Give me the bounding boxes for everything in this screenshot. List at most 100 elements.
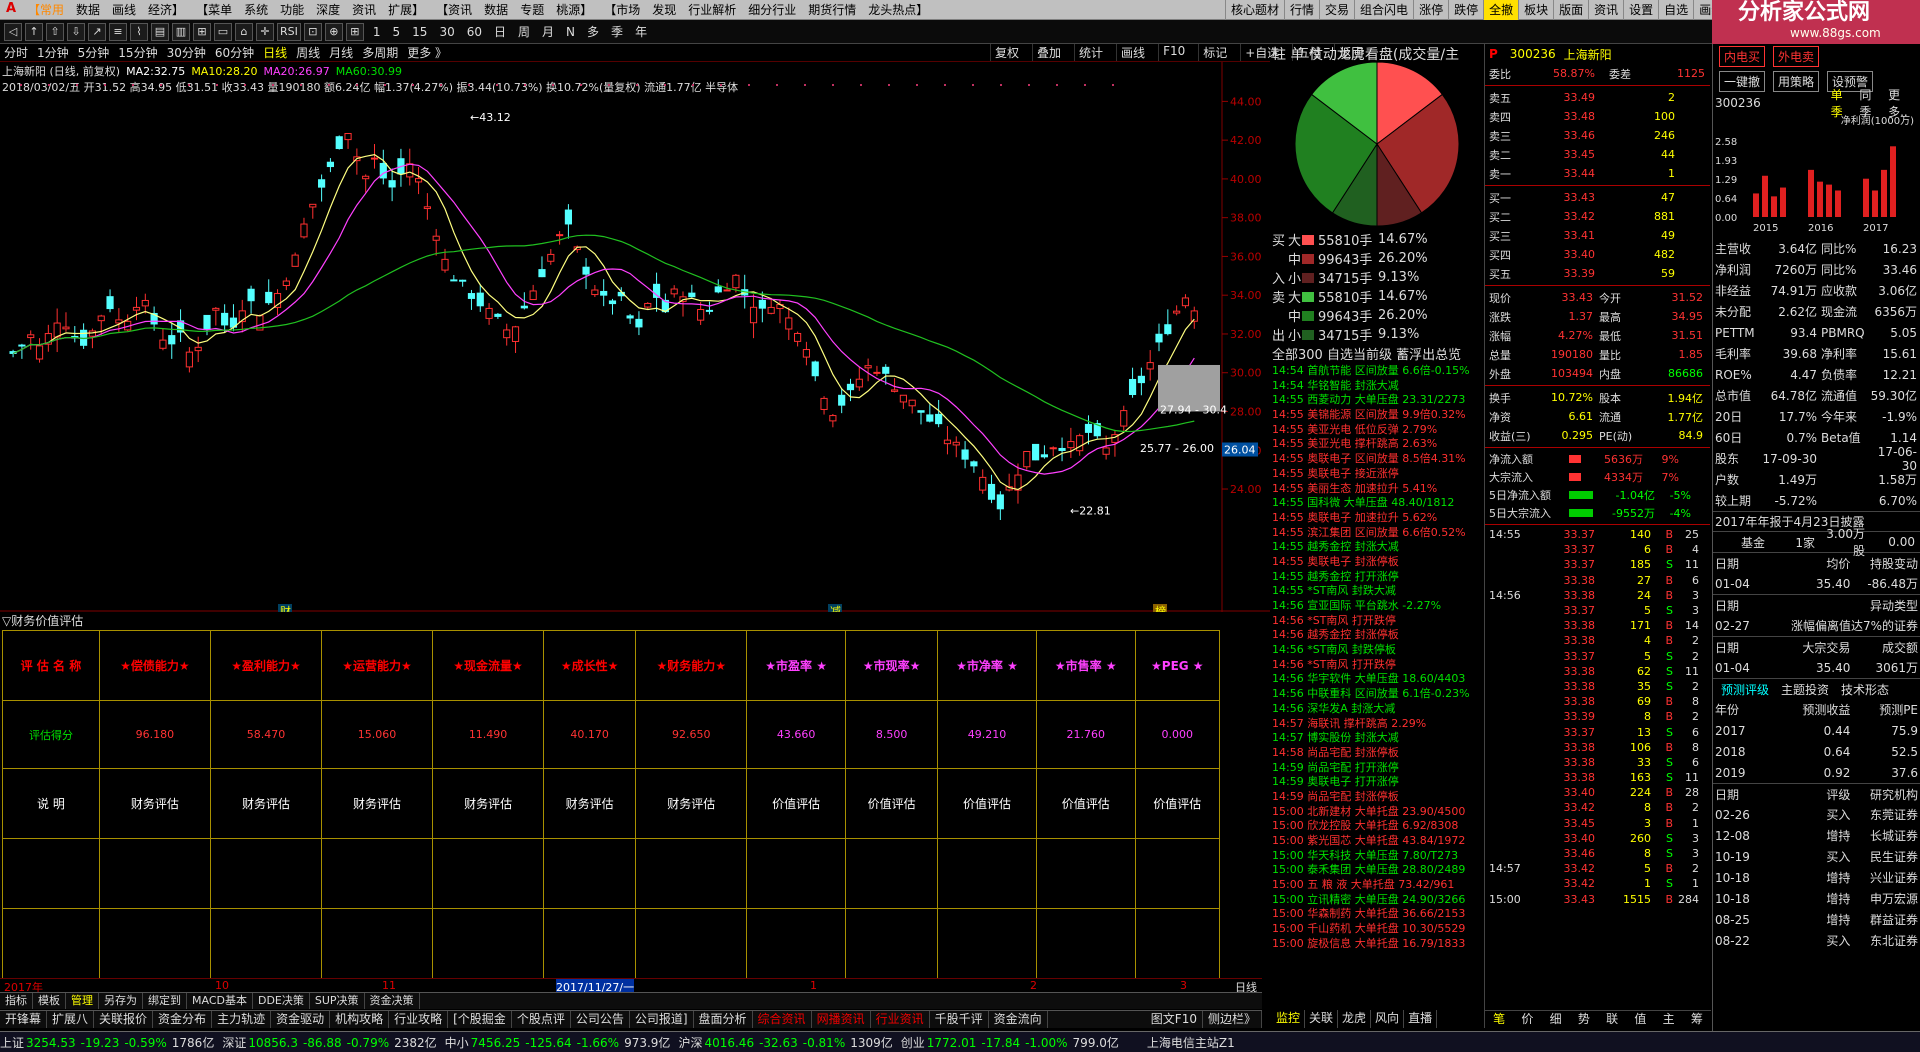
forecast-tab[interactable]: 预测评级 — [1721, 681, 1769, 698]
info-tab[interactable]: 扩展八 — [47, 1011, 95, 1028]
monitor-tab[interactable]: 龙虎 — [1338, 1010, 1372, 1028]
news-item[interactable]: 14:55 *ST南风 封跌大减 — [1272, 582, 1484, 597]
quote-tab[interactable]: 笔 — [1485, 1011, 1513, 1028]
quote-tab[interactable]: 筹 — [1683, 1011, 1711, 1028]
info-tab[interactable]: 个股点评 — [512, 1011, 571, 1028]
chart-tool-button[interactable]: 叠加 — [1032, 44, 1065, 61]
right-menu-item[interactable]: 涨停 — [1413, 0, 1448, 20]
news-item[interactable]: 14:56 *ST南风 封跌停板 — [1272, 641, 1484, 656]
news-item[interactable]: 14:55 国科微 大单压盘 48.40/1812 — [1272, 494, 1484, 509]
news-item[interactable]: 14:55 越秀金控 封涨大减 — [1272, 538, 1484, 553]
info-tab[interactable]: 公司报道] — [630, 1011, 694, 1028]
news-item[interactable]: 14:57 海联讯 撑杆跳高 2.29% — [1272, 715, 1484, 730]
news-item[interactable]: 15:00 旋极信息 大单托盘 16.79/1833 — [1272, 935, 1484, 950]
news-filter-bar[interactable]: 全部300 自选当前级 蓄浮出总览 — [1272, 344, 1482, 363]
news-item[interactable]: 15:00 欣龙控股 大单托盘 6.92/8308 — [1272, 817, 1484, 832]
news-item[interactable]: 15:00 华天科技 大单压盘 7.80/T273 — [1272, 847, 1484, 862]
indicator-tab[interactable]: DDE决策 — [253, 993, 310, 1009]
toolbar-button[interactable]: ↗ — [88, 22, 106, 41]
quote-tab[interactable]: 势 — [1570, 1011, 1598, 1028]
info-tab[interactable]: 资金流向 — [989, 1011, 1048, 1028]
info-tab[interactable]: 网播资讯 — [812, 1011, 871, 1028]
menu-item[interactable]: 资讯 — [346, 0, 382, 20]
index-quote[interactable]: 创业 1772.01 -17.84 -1.00% 799.0亿 — [901, 1034, 1119, 1051]
right-menu-item[interactable]: 设置 — [1623, 0, 1658, 20]
indicator-tab[interactable]: 资金决策 — [365, 993, 420, 1009]
news-item[interactable]: 14:59 奥联电子 打开涨停 — [1272, 773, 1484, 788]
period-tab[interactable]: 1分钟 — [37, 44, 69, 61]
news-item[interactable]: 14:59 尚品宅配 封涨停板 — [1272, 788, 1484, 803]
f10-button[interactable]: 图文F10 — [1146, 1011, 1203, 1028]
menu-item[interactable]: 龙头热点】 — [862, 0, 934, 20]
toolbar-button[interactable]: ◁ — [4, 22, 22, 41]
quote-tab[interactable]: 价 — [1513, 1011, 1541, 1028]
period-tab[interactable]: 分时 — [4, 44, 28, 61]
news-item[interactable]: 14:55 滨江集团 区间放量 6.6倍0.52% — [1272, 524, 1484, 539]
toolbar-button[interactable]: ⌇ — [130, 22, 148, 41]
info-tab[interactable]: 综合资讯 — [753, 1011, 812, 1028]
monitor-tab[interactable]: 关联 — [1305, 1010, 1339, 1028]
news-item[interactable]: 14:56 *ST南风 打开跌停 — [1272, 656, 1484, 671]
news-item[interactable]: 14:55 西菱动力 大单压盘 23.31/2273 — [1272, 391, 1484, 406]
info-tab[interactable]: 资金驱动 — [271, 1011, 331, 1028]
news-item[interactable]: 14:55 美亚光电 低位反弹 2.79% — [1272, 421, 1484, 436]
period-button[interactable]: 周 — [518, 23, 530, 40]
toolbar-button[interactable]: ⇩ — [67, 22, 85, 41]
menu-item[interactable]: 发现 — [646, 0, 682, 20]
period-num-button[interactable]: 1 — [373, 25, 381, 39]
news-item[interactable]: 14:58 尚品宅配 封涨停板 — [1272, 744, 1484, 759]
menu-item[interactable]: 桃源】 — [550, 0, 598, 20]
right-menu-item[interactable]: 核心题材 — [1225, 0, 1284, 20]
quote-tab[interactable]: 值 — [1626, 1011, 1654, 1028]
period-num-button[interactable]: 30 — [439, 25, 454, 39]
period-button[interactable]: 季 — [611, 23, 623, 40]
news-item[interactable]: 14:55 奥联电子 区间放量 8.5倍4.31% — [1272, 450, 1484, 465]
news-item[interactable]: 14:55 美锦能源 区间放量 9.9倍0.32% — [1272, 406, 1484, 421]
menu-item[interactable]: 画线 — [106, 0, 142, 20]
info-tab[interactable]: 关联报价 — [94, 1011, 154, 1028]
toolbar-button[interactable]: ▥ — [172, 22, 190, 41]
right-menu-item[interactable]: 组合闪电 — [1354, 0, 1413, 20]
toolbar-button[interactable]: ▭ — [214, 22, 232, 41]
index-quote[interactable]: 上证 3254.53 -19.23 -0.59% 1786亿 — [0, 1034, 214, 1051]
monitor-tab[interactable]: 监控 — [1272, 1010, 1306, 1028]
info-tab[interactable]: 开锋幕 — [0, 1011, 48, 1028]
info-tab[interactable]: 盘面分析 — [694, 1011, 753, 1028]
right-menu-item[interactable]: 全撤 — [1483, 0, 1519, 20]
right-menu-item[interactable]: 板块 — [1518, 0, 1553, 20]
info-tab[interactable]: 公司公告 — [571, 1011, 630, 1028]
period-tab[interactable]: 周线 — [296, 44, 320, 61]
period-button[interactable]: 日 — [494, 23, 506, 40]
forecast-tab[interactable]: 主题投资 — [1781, 681, 1829, 698]
menu-item[interactable]: 扩展】 — [382, 0, 430, 20]
period-tab[interactable]: 15分钟 — [118, 44, 157, 61]
toolbar-button[interactable]: ↑ — [25, 22, 43, 41]
menu-item[interactable]: 功能 — [274, 0, 310, 20]
period-button[interactable]: N — [566, 25, 575, 39]
news-item[interactable]: 14:56 华宇软件 大单压盘 18.60/4403 — [1272, 670, 1484, 685]
menu-item[interactable]: 系统 — [238, 0, 274, 20]
news-item[interactable]: 15:00 华森制药 大单托盘 36.66/2153 — [1272, 905, 1484, 920]
chart-tool-button[interactable]: 标记 — [1198, 44, 1231, 61]
news-item[interactable]: 15:00 北新建材 大单托盘 23.90/4500 — [1272, 803, 1484, 818]
news-item[interactable]: 14:56 越秀金控 封涨停板 — [1272, 626, 1484, 641]
monitor-tab[interactable]: 风向 — [1371, 1010, 1405, 1028]
toolbar-button[interactable]: ⊞ — [345, 22, 364, 41]
period-num-button[interactable]: 15 — [412, 25, 427, 39]
menu-item[interactable]: 行业解析 — [682, 0, 742, 20]
kline-chart[interactable]: 44.00 42.00 40.00 38.00 36.00 34.00 32.00 30.00… — [0, 62, 1270, 612]
menu-item[interactable]: 深度 — [310, 0, 346, 20]
toolbar-button[interactable]: ⊞ — [193, 22, 211, 41]
news-item[interactable]: 14:54 首航节能 区间放量 6.6倍-0.15% — [1272, 362, 1484, 377]
toolbar-button[interactable]: ≡ — [109, 22, 127, 41]
news-item[interactable]: 15:00 紫光国芯 大单托盘 43.84/1972 — [1272, 832, 1484, 847]
index-quote[interactable]: 沪深 4016.46 -32.63 -0.81% 1309亿 — [678, 1034, 892, 1051]
menu-item[interactable]: 【菜单 — [190, 0, 238, 20]
menu-item[interactable]: 期货行情 — [802, 0, 862, 20]
period-button[interactable]: 月 — [542, 23, 554, 40]
news-item[interactable]: 14:55 奥联电子 加速拉升 5.62% — [1272, 509, 1484, 524]
quote-tab[interactable]: 细 — [1542, 1011, 1570, 1028]
quote-tab[interactable]: 主 — [1655, 1011, 1683, 1028]
news-item[interactable]: 14:55 美亚光电 撑杆跳高 2.63% — [1272, 435, 1484, 450]
toolbar-button[interactable]: ▤ — [151, 22, 169, 41]
